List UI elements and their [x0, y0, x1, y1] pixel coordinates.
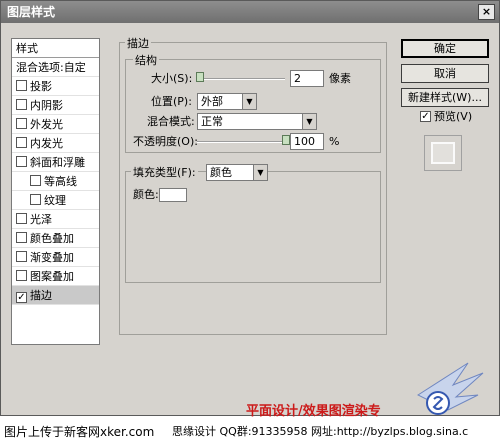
style-checkbox[interactable]: [16, 137, 27, 148]
ok-button[interactable]: 确定: [401, 39, 489, 58]
style-checkbox[interactable]: [16, 213, 27, 224]
watermark-left-text: 图片上传于新客网xker.com: [4, 425, 155, 439]
style-list-item-label: 等高线: [44, 175, 77, 188]
size-input[interactable]: 2: [290, 70, 324, 87]
preview-thumbnail: [424, 135, 462, 171]
layer-style-dialog: 图层样式 × 样式 混合选项:自定投影内阴影外发光内发光斜面和浮雕等高线纹理光泽…: [0, 0, 500, 416]
blend-mode-label: 混合模式:: [147, 115, 195, 128]
fill-type-label: 填充类型(F):: [133, 166, 196, 179]
blend-mode-select[interactable]: 正常 ▼: [197, 113, 317, 130]
title-bar: 图层样式 ×: [1, 1, 499, 23]
preview-label: 预览(V): [434, 110, 473, 123]
color-label: 颜色:: [133, 188, 159, 201]
blend-mode-value: 正常: [201, 115, 223, 128]
watermark-logo-icon: [416, 362, 484, 415]
style-list-item[interactable]: 外发光: [12, 115, 99, 134]
position-value: 外部: [201, 95, 223, 108]
style-list-header: 样式: [12, 39, 99, 58]
style-list-item-label: 内发光: [30, 137, 63, 150]
fill-type-header: 填充类型(F):: [131, 164, 198, 180]
opacity-input[interactable]: 100: [290, 133, 324, 150]
opacity-unit: %: [329, 135, 340, 148]
style-list-item[interactable]: 光泽: [12, 210, 99, 229]
style-checkbox[interactable]: [16, 251, 27, 262]
size-slider-thumb[interactable]: [196, 72, 204, 82]
style-list-item[interactable]: 渐变叠加: [12, 248, 99, 267]
style-list-item[interactable]: 投影: [12, 77, 99, 96]
opacity-slider-track[interactable]: [197, 141, 285, 143]
style-checkbox[interactable]: [16, 156, 27, 167]
size-label: 大小(S):: [151, 72, 193, 85]
style-list-item[interactable]: 纹理: [12, 191, 99, 210]
cancel-button[interactable]: 取消: [401, 64, 489, 83]
style-list-item-label: 混合选项:自定: [16, 61, 86, 74]
style-list-item[interactable]: 内阴影: [12, 96, 99, 115]
style-checkbox[interactable]: [16, 270, 27, 281]
size-slider-track[interactable]: [197, 78, 285, 80]
dialog-title: 图层样式: [7, 5, 56, 19]
style-list-item-label: 斜面和浮雕: [30, 156, 85, 169]
style-list-item-label: 描边: [30, 289, 52, 302]
style-list-item[interactable]: 颜色叠加: [12, 229, 99, 248]
style-list-item-label: 光泽: [30, 213, 52, 226]
style-list-item[interactable]: 内发光: [12, 134, 99, 153]
position-select[interactable]: 外部 ▼: [197, 93, 257, 110]
style-checkbox[interactable]: [30, 194, 41, 205]
fill-type-value: 颜色: [210, 166, 232, 179]
stroke-group-title: 描边: [125, 35, 151, 51]
close-button[interactable]: ×: [478, 4, 495, 20]
style-list: 样式 混合选项:自定投影内阴影外发光内发光斜面和浮雕等高线纹理光泽颜色叠加渐变叠…: [11, 38, 100, 345]
new-style-button[interactable]: 新建样式(W)...: [401, 88, 489, 107]
preview-checkbox[interactable]: ✓: [420, 111, 431, 122]
preview-swatch: [431, 142, 455, 164]
style-list-item[interactable]: 图案叠加: [12, 267, 99, 286]
style-list-item-label: 渐变叠加: [30, 251, 74, 264]
style-list-item-label: 内阴影: [30, 99, 63, 112]
position-label: 位置(P):: [151, 95, 192, 108]
style-checkbox[interactable]: [16, 99, 27, 110]
chevron-down-icon: ▼: [242, 94, 256, 109]
opacity-slider-thumb[interactable]: [282, 135, 290, 145]
fill-type-select[interactable]: 颜色 ▼: [206, 164, 268, 181]
style-list-item-label: 图案叠加: [30, 270, 74, 283]
style-checkbox[interactable]: [16, 232, 27, 243]
style-list-item-label: 投影: [30, 80, 52, 93]
style-checkbox[interactable]: [16, 118, 27, 129]
style-list-item[interactable]: 斜面和浮雕: [12, 153, 99, 172]
style-checkbox[interactable]: [16, 80, 27, 91]
chevron-down-icon: ▼: [302, 114, 316, 129]
watermark-center-text: 思缘设计 QQ群:91335958 网址:http://byzlps.blog.…: [172, 425, 469, 438]
style-list-item[interactable]: 等高线: [12, 172, 99, 191]
style-checkbox[interactable]: ✓: [16, 292, 27, 303]
chevron-down-icon: ▼: [253, 165, 267, 180]
color-swatch[interactable]: [159, 188, 187, 202]
size-unit: 像素: [329, 72, 351, 85]
watermark-red-text: 平面设计/效果图渲染专: [246, 404, 381, 419]
style-list-item[interactable]: ✓ 描边: [12, 286, 99, 305]
style-list-item[interactable]: 混合选项:自定: [12, 58, 99, 77]
style-checkbox[interactable]: [30, 175, 41, 186]
opacity-label: 不透明度(O):: [133, 135, 198, 148]
style-list-item-label: 外发光: [30, 118, 63, 131]
style-list-item-label: 颜色叠加: [30, 232, 74, 245]
style-list-item-label: 纹理: [44, 194, 66, 207]
structure-group-title: 结构: [133, 52, 159, 68]
